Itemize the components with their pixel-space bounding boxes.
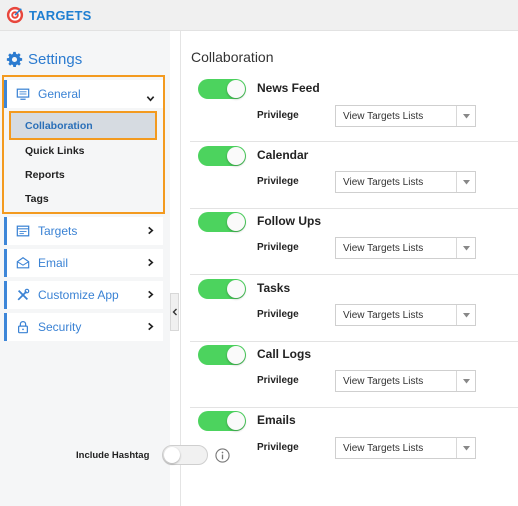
sidebar-item-targets[interactable]: Targets — [4, 217, 163, 245]
select-value: View Targets Lists — [343, 309, 424, 321]
collapse-sidebar-button[interactable] — [170, 293, 179, 331]
settings-label: Settings — [28, 51, 83, 68]
dropdown-arrow-icon — [456, 371, 475, 391]
section-tasks: Tasks Privilege View Targets Lists — [190, 276, 518, 342]
include-hashtag-label: Include Hashtag — [76, 450, 150, 461]
tasks-toggle[interactable] — [198, 279, 246, 299]
dropdown-arrow-icon — [456, 305, 475, 325]
general-highlight-frame — [2, 75, 165, 214]
section-emails: Emails Privilege View Targets Lists — [190, 409, 518, 506]
privilege-select[interactable]: View Targets Lists — [335, 437, 476, 459]
privilege-label: Privilege — [257, 442, 299, 453]
sidebar-item-security[interactable]: Security — [4, 313, 163, 341]
sidebar-item-customize-app[interactable]: Customize App — [4, 281, 163, 309]
dropdown-arrow-icon — [456, 238, 475, 258]
chevron-right-icon[interactable] — [146, 258, 155, 267]
section-title: Follow Ups — [257, 214, 321, 228]
chevron-right-icon[interactable] — [146, 290, 155, 299]
app-title: TARGETS — [29, 7, 92, 23]
privilege-select[interactable]: View Targets Lists — [335, 171, 476, 193]
info-icon[interactable] — [215, 448, 230, 463]
section-calendar: Calendar Privilege View Targets Lists — [190, 143, 518, 209]
chevron-right-icon[interactable] — [146, 322, 155, 331]
privilege-label: Privilege — [257, 242, 299, 253]
envelope-icon — [16, 257, 30, 269]
news-feed-toggle[interactable] — [198, 79, 246, 99]
list-card-icon — [16, 225, 30, 237]
section-follow-ups: Follow Ups Privilege View Targets Lists — [190, 209, 518, 275]
gear-icon — [6, 51, 23, 67]
privilege-label: Privilege — [257, 375, 299, 386]
dropdown-arrow-icon — [456, 106, 475, 126]
app-logo[interactable]: TARGETS — [6, 6, 92, 24]
select-value: View Targets Lists — [343, 442, 424, 454]
call-logs-toggle[interactable] — [198, 345, 246, 365]
lock-icon — [18, 321, 28, 334]
section-news-feed: News Feed Privilege View Targets Lists — [190, 76, 518, 142]
dropdown-arrow-icon — [456, 438, 475, 458]
section-call-logs: Call Logs Privilege View Targets Lists — [190, 342, 518, 408]
privilege-label: Privilege — [257, 309, 299, 320]
sidebar-item-label: Targets — [38, 224, 78, 238]
page-title: Collaboration — [191, 49, 274, 65]
section-title: Call Logs — [257, 347, 312, 361]
privilege-select[interactable]: View Targets Lists — [335, 370, 476, 392]
calendar-toggle[interactable] — [198, 146, 246, 166]
tools-icon — [17, 288, 30, 301]
chevron-right-icon[interactable] — [146, 226, 155, 235]
section-title: Tasks — [257, 281, 291, 295]
include-hashtag-toggle[interactable] — [162, 445, 208, 465]
section-title: News Feed — [257, 81, 320, 95]
sidebar-item-label: Customize App — [38, 288, 119, 302]
chevron-left-icon — [172, 308, 177, 316]
target-logo-icon — [6, 6, 24, 24]
sidebar-item-label: Security — [38, 320, 82, 334]
dropdown-arrow-icon — [456, 172, 475, 192]
select-value: View Targets Lists — [343, 176, 424, 188]
collaboration-highlight-frame — [9, 111, 157, 140]
privilege-select[interactable]: View Targets Lists — [335, 304, 476, 326]
select-value: View Targets Lists — [343, 110, 424, 122]
follow-ups-toggle[interactable] — [198, 212, 246, 232]
settings-heading: Settings — [6, 51, 82, 68]
privilege-label: Privilege — [257, 176, 299, 187]
select-value: View Targets Lists — [343, 242, 424, 254]
privilege-select[interactable]: View Targets Lists — [335, 237, 476, 259]
section-title: Calendar — [257, 148, 309, 162]
sidebar-item-label: Email — [38, 256, 69, 270]
privilege-select[interactable]: View Targets Lists — [335, 105, 476, 127]
sidebar-item-email[interactable]: Email — [4, 249, 163, 277]
emails-toggle[interactable] — [198, 411, 246, 431]
select-value: View Targets Lists — [343, 375, 424, 387]
section-title: Emails — [257, 413, 296, 427]
collaboration-panel: Collaboration News Feed Privilege View T… — [180, 31, 518, 506]
top-bar: TARGETS — [0, 0, 518, 31]
privilege-label: Privilege — [257, 110, 299, 121]
